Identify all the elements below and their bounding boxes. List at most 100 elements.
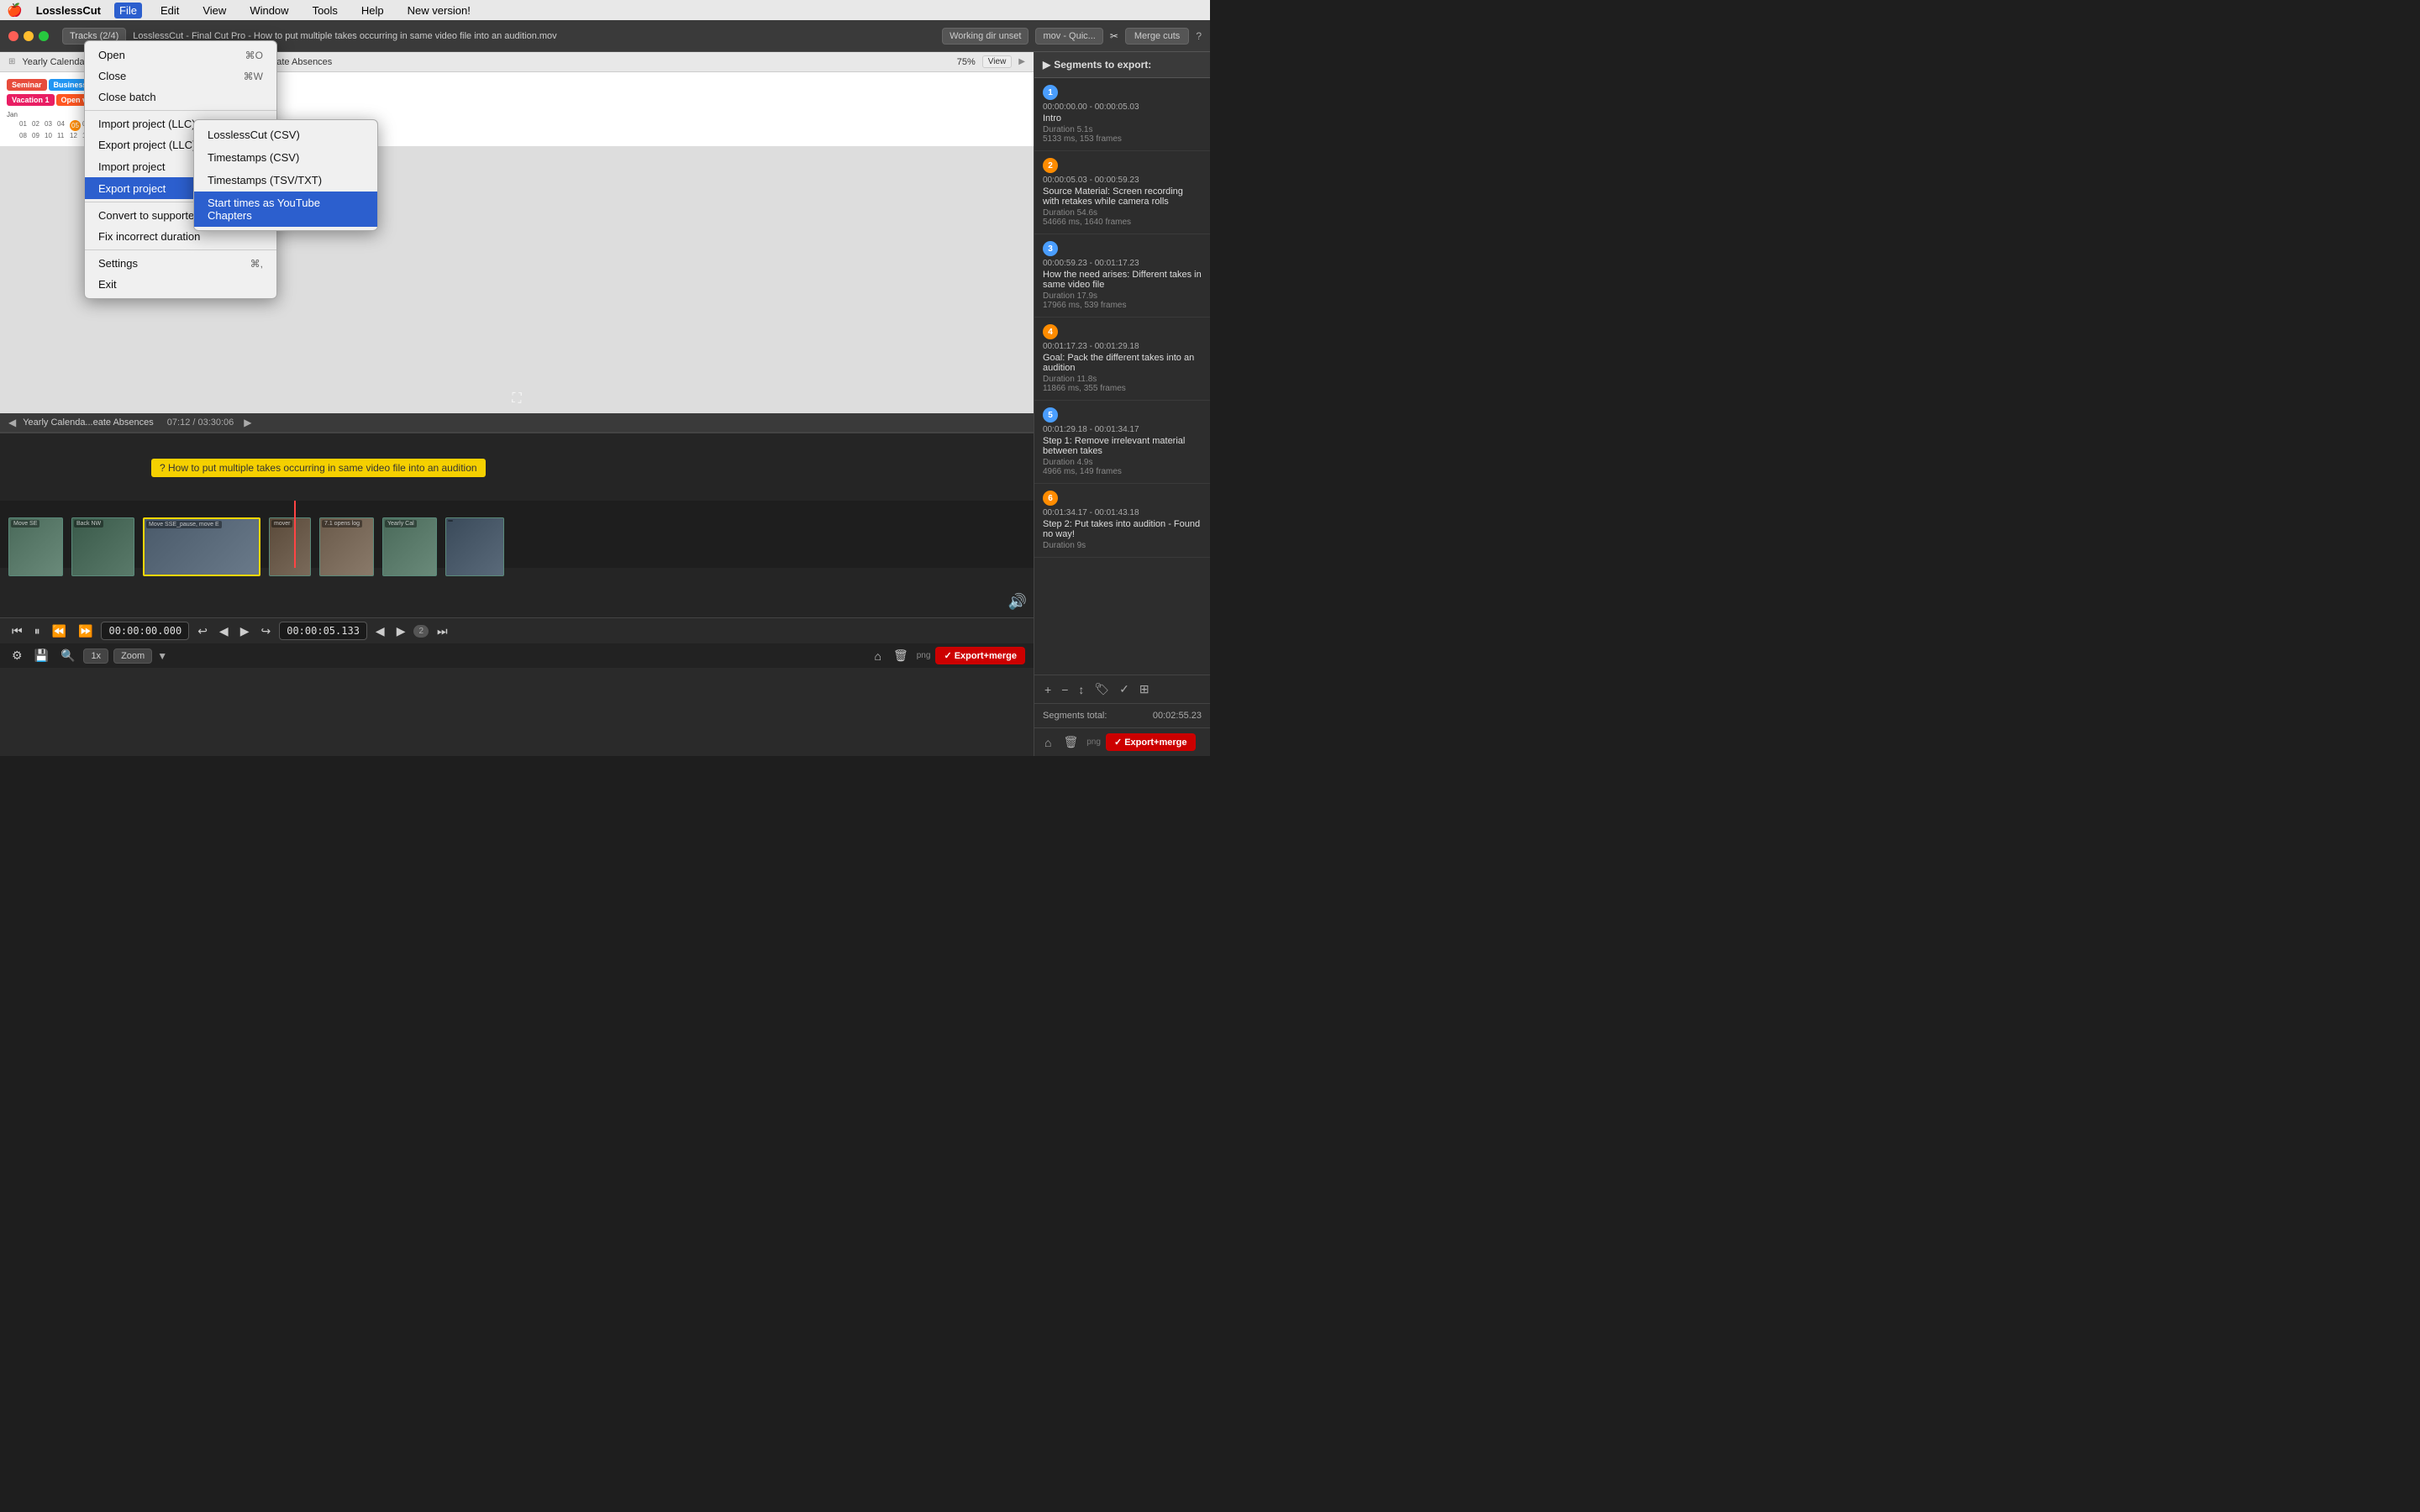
menu-view[interactable]: View <box>197 3 231 18</box>
segment-thumb-1[interactable]: Move SE <box>8 517 63 576</box>
playback-controls: ⏮ ⏸ ⏪ ⏩ 00:00:00.000 ↩ ◀ ▶ ↪ 00:00:05.13… <box>0 618 1034 643</box>
next-segment-button[interactable]: ▶ <box>393 622 409 640</box>
divider-3 <box>85 249 276 250</box>
fullscreen-icon[interactable]: ⛶ <box>512 391 521 407</box>
segment-thumb-7[interactable] <box>445 517 504 576</box>
segment-item-6[interactable]: 6 00:01:34.17 - 00:01:43.18 Step 2: Put … <box>1034 484 1210 558</box>
seg-num-1: 1 <box>1043 85 1058 100</box>
segment-thumb-4[interactable]: mover <box>269 517 311 576</box>
youtube-chapters-label: Start times as YouTube Chapters <box>208 197 320 222</box>
seg-detail-1: 5133 ms, 153 frames <box>1043 134 1202 144</box>
menu-edit[interactable]: Edit <box>155 3 184 18</box>
move-segment-button[interactable]: ↕ <box>1075 680 1087 698</box>
loop-fwd-button[interactable]: ↪ <box>257 622 274 640</box>
sidebar-footer: ⌂ 🗑 png ✓ Export+merge <box>1034 727 1210 756</box>
menu-settings[interactable]: Settings ⌘, <box>85 253 276 274</box>
loop-back-button[interactable]: ↩ <box>194 622 211 640</box>
menu-tools[interactable]: Tools <box>308 3 343 18</box>
footer-home-btn[interactable]: ⌂ <box>1041 734 1055 751</box>
format-button[interactable]: mov - Quic... <box>1035 28 1102 45</box>
add-segment-button[interactable]: + <box>1041 680 1055 698</box>
playhead[interactable] <box>294 501 296 568</box>
current-time-display[interactable]: 00:00:00.000 <box>101 622 189 640</box>
skip-prev-frame-button[interactable]: ⏪ <box>49 622 70 640</box>
skip-to-start-button[interactable]: ⏮ <box>8 622 26 640</box>
save-button[interactable]: 💾 <box>31 647 52 664</box>
close-label: Close <box>98 70 126 82</box>
segment-item-4[interactable]: 4 00:01:17.23 - 00:01:29.18 Goal: Pack t… <box>1034 318 1210 401</box>
segment-thumb-2[interactable]: Back NW <box>71 517 134 576</box>
segment-thumb-5[interactable]: 7.1 opens log <box>319 517 374 576</box>
search-button[interactable]: 🔍 <box>57 647 78 664</box>
play-forward-button[interactable]: ▶ <box>237 622 253 640</box>
export-merge-button[interactable]: ✓ Export+merge <box>935 647 1025 664</box>
close-window-button[interactable] <box>8 31 18 41</box>
prev-segment-button[interactable]: ◀ <box>372 622 388 640</box>
grid-button[interactable]: ⊞ <box>1136 680 1153 698</box>
trash-btn[interactable]: 🗑 <box>890 647 912 664</box>
menu-help[interactable]: Help <box>356 3 389 18</box>
skip-to-end-button[interactable]: ⏭ <box>434 622 451 640</box>
app-name: LosslessCut <box>36 4 101 17</box>
volume-icon[interactable]: 🔊 <box>1008 593 1027 611</box>
submenu-timestamps-csv[interactable]: Timestamps (CSV) <box>194 146 377 169</box>
thumb-label-1: Move SE <box>11 520 39 528</box>
thumb-inner-3: Move SSE_pause, move E <box>145 519 259 575</box>
apple-icon[interactable]: 🍎 <box>7 3 23 18</box>
segment-thumb-3[interactable]: Move SSE_pause, move E <box>143 517 260 576</box>
submenu-losslesscut-csv[interactable]: LosslessCut (CSV) <box>194 123 377 146</box>
traffic-lights <box>8 31 49 41</box>
rewind-btn[interactable]: ⌂ <box>871 648 885 664</box>
help-icon[interactable]: ? <box>1196 30 1202 42</box>
merge-cuts-button[interactable]: Merge cuts <box>1125 28 1189 45</box>
submenu-timestamps-tsv[interactable]: Timestamps (TSV/TXT) <box>194 169 377 192</box>
menu-exit[interactable]: Exit <box>85 274 276 295</box>
segment-thumb-6[interactable]: Yearly Cal <box>382 517 437 576</box>
timeline-area[interactable]: ? How to put multiple takes occurring in… <box>0 433 1034 617</box>
skip-next-frame-button[interactable]: ⏩ <box>75 622 96 640</box>
menu-window[interactable]: Window <box>245 3 293 18</box>
seg-times-2: 00:00:05.03 - 00:00:59.23 <box>1043 176 1202 185</box>
submenu-youtube-chapters[interactable]: Start times as YouTube Chapters <box>194 192 377 227</box>
check-button[interactable]: ✓ <box>1116 680 1133 698</box>
export-merge-button-2[interactable]: ✓ Export+merge <box>1106 733 1196 751</box>
thumb-label-5: 7.1 opens log <box>322 520 362 528</box>
play-button-2[interactable]: ◀ <box>216 622 232 640</box>
segment-item-3[interactable]: 3 00:00:59.23 - 00:01:17.23 How the need… <box>1034 234 1210 318</box>
annotation-box: ? How to put multiple takes occurring in… <box>151 459 486 477</box>
segment-item-5[interactable]: 5 00:01:29.18 - 00:01:34.17 Step 1: Remo… <box>1034 401 1210 484</box>
maximize-window-button[interactable] <box>39 31 49 41</box>
remove-segment-button[interactable]: − <box>1058 680 1071 698</box>
menu-file[interactable]: File <box>114 3 142 18</box>
zoom-chevron-icon: ▼ <box>157 650 167 662</box>
minimize-window-button[interactable] <box>24 31 34 41</box>
mac-menubar: 🍎 LosslessCut File Edit View Window Tool… <box>0 0 1210 20</box>
segment-item-2[interactable]: 2 00:00:05.03 - 00:00:59.23 Source Mater… <box>1034 151 1210 234</box>
export-llc-label: Export project (LLC)... <box>98 139 205 151</box>
nav-left-icon[interactable]: ◀ <box>8 417 16 428</box>
seminar-badge: Seminar <box>7 79 47 91</box>
working-dir-button[interactable]: Working dir unset <box>942 28 1028 45</box>
thumb-inner-2: Back NW <box>72 518 134 575</box>
view-button[interactable]: View <box>982 55 1013 68</box>
footer-trash-btn[interactable]: 🗑 <box>1060 733 1081 751</box>
zoom-multiplier-btn[interactable]: 1x <box>83 648 108 664</box>
zoom-button[interactable]: Zoom <box>113 648 152 664</box>
nav-right-icon[interactable]: ▶ <box>244 417 251 428</box>
tag-button[interactable]: 🏷 <box>1091 680 1113 698</box>
close-shortcut: ⌘W <box>244 71 263 82</box>
seg-dur-1: Duration 5.1s <box>1043 125 1202 134</box>
end-time-display[interactable]: 00:00:05.133 <box>279 622 367 640</box>
menu-open[interactable]: Open ⌘O <box>85 45 276 66</box>
segments-list[interactable]: 1 00:00:00.00 - 00:00:05.03 Intro Durati… <box>1034 78 1210 675</box>
play-pause-button[interactable]: ⏸ <box>31 622 44 640</box>
settings-icon-btn[interactable]: ⚙ <box>8 647 26 664</box>
menu-close[interactable]: Close ⌘W <box>85 66 276 87</box>
menu-close-batch[interactable]: Close batch <box>85 87 276 108</box>
seg-times-5: 00:01:29.18 - 00:01:34.17 <box>1043 425 1202 434</box>
bottom-controls: Intro Source Material: Screen recording … <box>0 617 1034 668</box>
menu-new-version[interactable]: New version! <box>402 3 476 18</box>
segment-item-1[interactable]: 1 00:00:00.00 - 00:00:05.03 Intro Durati… <box>1034 78 1210 151</box>
fix-duration-label: Fix incorrect duration <box>98 230 200 243</box>
segments-total: Segments total: 00:02:55.23 <box>1034 703 1210 727</box>
